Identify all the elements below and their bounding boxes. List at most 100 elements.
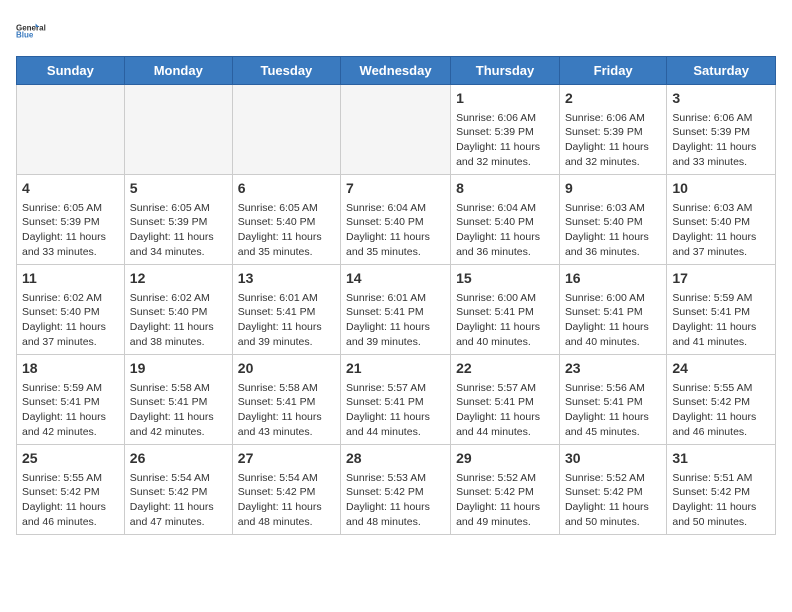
calendar-day-cell: 10Sunrise: 6:03 AMSunset: 5:40 PMDayligh… [667, 175, 776, 265]
day-info: Sunrise: 5:53 AMSunset: 5:42 PMDaylight:… [346, 471, 445, 530]
calendar-day-cell: 17Sunrise: 5:59 AMSunset: 5:41 PMDayligh… [667, 265, 776, 355]
day-number: 8 [456, 179, 554, 199]
day-info: Sunrise: 5:54 AMSunset: 5:42 PMDaylight:… [238, 471, 335, 530]
header-row: SundayMondayTuesdayWednesdayThursdayFrid… [17, 57, 776, 85]
day-info: Sunrise: 5:59 AMSunset: 5:41 PMDaylight:… [672, 291, 770, 350]
calendar-day-cell: 13Sunrise: 6:01 AMSunset: 5:41 PMDayligh… [232, 265, 340, 355]
day-number: 3 [672, 89, 770, 109]
day-number: 11 [22, 269, 119, 289]
day-number: 13 [238, 269, 335, 289]
day-number: 16 [565, 269, 661, 289]
day-info: Sunrise: 5:52 AMSunset: 5:42 PMDaylight:… [565, 471, 661, 530]
day-info: Sunrise: 5:57 AMSunset: 5:41 PMDaylight:… [346, 381, 445, 440]
calendar-day-cell: 9Sunrise: 6:03 AMSunset: 5:40 PMDaylight… [559, 175, 666, 265]
calendar-day-cell: 11Sunrise: 6:02 AMSunset: 5:40 PMDayligh… [17, 265, 125, 355]
day-info: Sunrise: 6:03 AMSunset: 5:40 PMDaylight:… [672, 201, 770, 260]
calendar-day-cell: 21Sunrise: 5:57 AMSunset: 5:41 PMDayligh… [341, 355, 451, 445]
day-number: 21 [346, 359, 445, 379]
day-info: Sunrise: 5:56 AMSunset: 5:41 PMDaylight:… [565, 381, 661, 440]
calendar-week-row: 25Sunrise: 5:55 AMSunset: 5:42 PMDayligh… [17, 445, 776, 535]
day-number: 1 [456, 89, 554, 109]
svg-text:Blue: Blue [16, 31, 34, 40]
day-number: 15 [456, 269, 554, 289]
calendar-day-cell: 23Sunrise: 5:56 AMSunset: 5:41 PMDayligh… [559, 355, 666, 445]
calendar-day-cell [341, 85, 451, 175]
day-number: 22 [456, 359, 554, 379]
day-info: Sunrise: 5:55 AMSunset: 5:42 PMDaylight:… [22, 471, 119, 530]
day-info: Sunrise: 6:00 AMSunset: 5:41 PMDaylight:… [565, 291, 661, 350]
calendar-day-cell: 15Sunrise: 6:00 AMSunset: 5:41 PMDayligh… [451, 265, 560, 355]
day-number: 14 [346, 269, 445, 289]
calendar-day-cell: 14Sunrise: 6:01 AMSunset: 5:41 PMDayligh… [341, 265, 451, 355]
day-number: 28 [346, 449, 445, 469]
header: General Blue [16, 16, 776, 46]
day-number: 27 [238, 449, 335, 469]
calendar-week-row: 1Sunrise: 6:06 AMSunset: 5:39 PMDaylight… [17, 85, 776, 175]
calendar-day-cell: 30Sunrise: 5:52 AMSunset: 5:42 PMDayligh… [559, 445, 666, 535]
day-number: 29 [456, 449, 554, 469]
day-info: Sunrise: 6:04 AMSunset: 5:40 PMDaylight:… [456, 201, 554, 260]
day-number: 25 [22, 449, 119, 469]
calendar-day-cell: 2Sunrise: 6:06 AMSunset: 5:39 PMDaylight… [559, 85, 666, 175]
day-info: Sunrise: 6:05 AMSunset: 5:39 PMDaylight:… [22, 201, 119, 260]
calendar-day-cell: 20Sunrise: 5:58 AMSunset: 5:41 PMDayligh… [232, 355, 340, 445]
calendar-table: SundayMondayTuesdayWednesdayThursdayFrid… [16, 56, 776, 535]
calendar-day-cell: 3Sunrise: 6:06 AMSunset: 5:39 PMDaylight… [667, 85, 776, 175]
day-number: 10 [672, 179, 770, 199]
day-number: 17 [672, 269, 770, 289]
calendar-week-row: 11 Sunrise: 6:02 AMSunset: 5:40 PMDayligh… [17, 265, 776, 355]
day-info: Sunrise: 6:03 AMSunset: 5:40 PMDaylight:… [565, 201, 661, 260]
calendar-day-cell: 27Sunrise: 5:54 AMSunset: 5:42 PMDayligh… [232, 445, 340, 535]
day-info: Sunrise: 5:51 AMSunset: 5:42 PMDaylight:… [672, 471, 770, 530]
calendar-day-cell: 7Sunrise: 6:04 AMSunset: 5:40 PMDaylight… [341, 175, 451, 265]
day-number: 12 [130, 269, 227, 289]
day-info: Sunrise: 6:06 AMSunset: 5:39 PMDaylight:… [672, 111, 770, 170]
logo: General Blue [16, 16, 56, 46]
header-day: Thursday [451, 57, 560, 85]
calendar-header: SundayMondayTuesdayWednesdayThursdayFrid… [17, 57, 776, 85]
day-info: Sunrise: 6:01 AMSunset: 5:41 PMDaylight:… [346, 291, 445, 350]
day-info: Sunrise: 6:02 AMSunset: 5:40 PMDaylight:… [130, 291, 227, 350]
header-day: Wednesday [341, 57, 451, 85]
calendar-week-row: 4Sunrise: 6:05 AMSunset: 5:39 PMDaylight… [17, 175, 776, 265]
day-info: Sunrise: 6:05 AMSunset: 5:40 PMDaylight:… [238, 201, 335, 260]
header-day: Sunday [17, 57, 125, 85]
day-number: 26 [130, 449, 227, 469]
day-number: 5 [130, 179, 227, 199]
day-number: 19 [130, 359, 227, 379]
header-day: Monday [124, 57, 232, 85]
calendar-day-cell: 24Sunrise: 5:55 AMSunset: 5:42 PMDayligh… [667, 355, 776, 445]
day-number: 24 [672, 359, 770, 379]
calendar-day-cell: 1Sunrise: 6:06 AMSunset: 5:39 PMDaylight… [451, 85, 560, 175]
calendar-day-cell [17, 85, 125, 175]
calendar-day-cell: 8Sunrise: 6:04 AMSunset: 5:40 PMDaylight… [451, 175, 560, 265]
day-info: Sunrise: 6:06 AMSunset: 5:39 PMDaylight:… [456, 111, 554, 170]
day-info: Sunrise: 6:04 AMSunset: 5:40 PMDaylight:… [346, 201, 445, 260]
day-number: 7 [346, 179, 445, 199]
day-number: 9 [565, 179, 661, 199]
calendar-day-cell: 19Sunrise: 5:58 AMSunset: 5:41 PMDayligh… [124, 355, 232, 445]
calendar-day-cell: 31Sunrise: 5:51 AMSunset: 5:42 PMDayligh… [667, 445, 776, 535]
calendar-day-cell: 18Sunrise: 5:59 AMSunset: 5:41 PMDayligh… [17, 355, 125, 445]
day-number: 20 [238, 359, 335, 379]
calendar-day-cell: 4Sunrise: 6:05 AMSunset: 5:39 PMDaylight… [17, 175, 125, 265]
day-info: Sunrise: 6:00 AMSunset: 5:41 PMDaylight:… [456, 291, 554, 350]
calendar-day-cell [124, 85, 232, 175]
calendar-body: 1Sunrise: 6:06 AMSunset: 5:39 PMDaylight… [17, 85, 776, 535]
calendar-day-cell: 22Sunrise: 5:57 AMSunset: 5:41 PMDayligh… [451, 355, 560, 445]
day-number: 30 [565, 449, 661, 469]
header-day: Friday [559, 57, 666, 85]
day-info: Sunrise: 5:55 AMSunset: 5:42 PMDaylight:… [672, 381, 770, 440]
day-number: 23 [565, 359, 661, 379]
calendar-day-cell: 28Sunrise: 5:53 AMSunset: 5:42 PMDayligh… [341, 445, 451, 535]
calendar-week-row: 18Sunrise: 5:59 AMSunset: 5:41 PMDayligh… [17, 355, 776, 445]
logo-icon: General Blue [16, 16, 56, 46]
day-info: Sunrise: 5:52 AMSunset: 5:42 PMDaylight:… [456, 471, 554, 530]
day-info: Sunrise: 5:54 AMSunset: 5:42 PMDaylight:… [130, 471, 227, 530]
day-number: 31 [672, 449, 770, 469]
day-info: Sunrise: 6:06 AMSunset: 5:39 PMDaylight:… [565, 111, 661, 170]
day-number: 4 [22, 179, 119, 199]
day-number: 6 [238, 179, 335, 199]
calendar-day-cell: 16Sunrise: 6:00 AMSunset: 5:41 PMDayligh… [559, 265, 666, 355]
calendar-day-cell: 29Sunrise: 5:52 AMSunset: 5:42 PMDayligh… [451, 445, 560, 535]
